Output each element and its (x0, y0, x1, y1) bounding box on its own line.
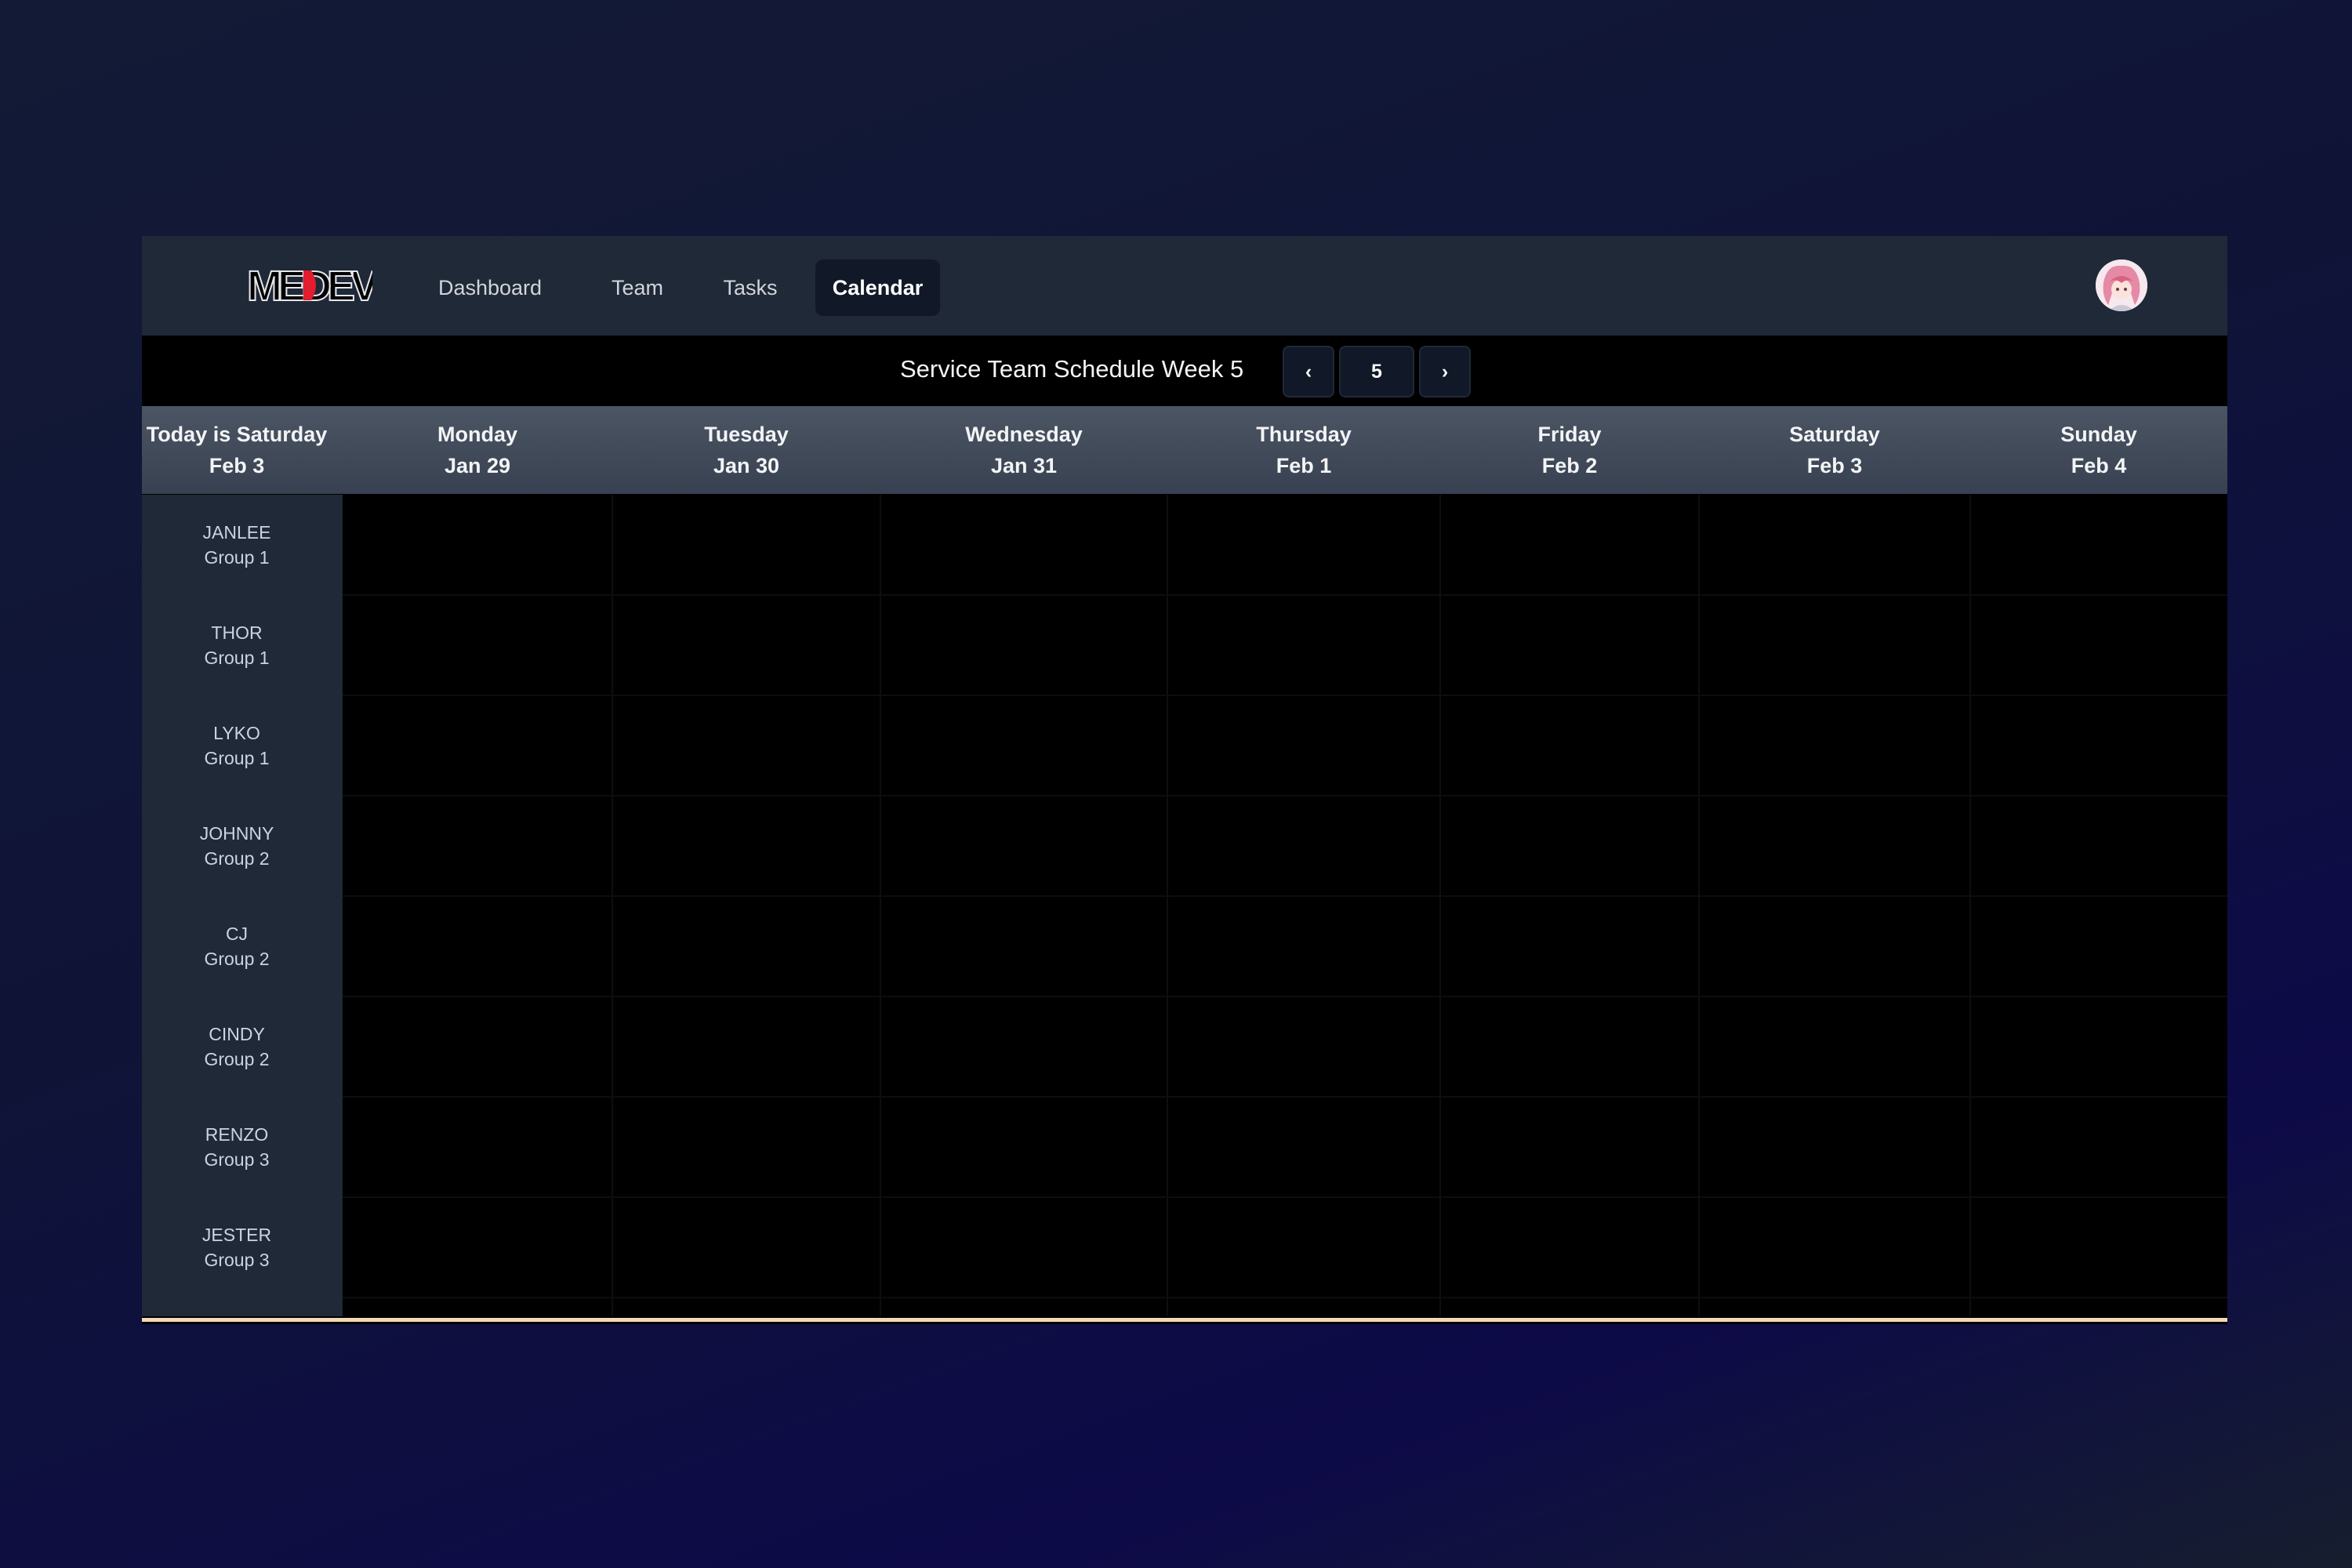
day-date: Feb 3 (1806, 454, 1863, 477)
member-name: THOR (211, 622, 263, 643)
grid-row-divider (343, 996, 2227, 997)
today-indicator: Today is Saturday Feb 3 (142, 406, 332, 494)
day-header-monday: Monday Jan 29 (343, 406, 612, 494)
day-header-thursday: Thursday Feb 1 (1167, 406, 1440, 494)
day-name: Monday (437, 423, 517, 446)
week-number-display[interactable]: 5 (1339, 346, 1414, 397)
day-name: Wednesday (965, 423, 1083, 446)
member-row-cj: CJ Group 2 (142, 896, 332, 996)
member-group: Group 2 (204, 949, 270, 969)
user-avatar-icon[interactable] (2096, 260, 2147, 311)
today-label: Today is Saturday (146, 423, 328, 446)
nav-team[interactable]: Team (592, 260, 683, 316)
member-group: Group 3 (204, 1250, 270, 1270)
member-row-jester: JESTER Group 3 (142, 1197, 332, 1298)
app-window: MEDEV Dashboard Team Tasks Calendar Serv… (142, 236, 2227, 1324)
bottom-accent-line (142, 1318, 2227, 1322)
today-date: Feb 3 (209, 454, 265, 477)
schedule-title: Service Team Schedule Week 5 (900, 355, 1244, 383)
member-row-cindy: CINDY Group 2 (142, 996, 332, 1097)
day-name: Sunday (2060, 423, 2137, 446)
member-row-renzo: RENZO Group 3 (142, 1097, 332, 1197)
day-name: Friday (1537, 423, 1602, 446)
member-group: Group 3 (204, 1149, 270, 1170)
grid-row-divider (343, 1196, 2227, 1198)
member-group: Group 1 (204, 547, 270, 568)
grid-row-divider (343, 594, 2227, 596)
top-navbar: MEDEV Dashboard Team Tasks Calendar (142, 236, 2227, 336)
day-header-row: Today is Saturday Feb 3 Monday Jan 29 Tu… (142, 406, 2227, 494)
member-row-janlee: JANLEE Group 1 (142, 495, 332, 595)
member-group: Group 2 (204, 1049, 270, 1069)
day-date: Jan 30 (713, 454, 780, 477)
day-name: Thursday (1256, 423, 1352, 446)
day-header-tuesday: Tuesday Jan 30 (612, 406, 880, 494)
next-week-button[interactable]: › (1419, 346, 1471, 397)
member-row-thor: THOR Group 1 (142, 595, 332, 695)
day-date: Feb 4 (2071, 454, 2127, 477)
day-date: Jan 29 (444, 454, 511, 477)
grid-column-divider (1698, 495, 1700, 1316)
member-name: LYKO (213, 723, 260, 743)
day-header-wednesday: Wednesday Jan 31 (880, 406, 1167, 494)
medev-logo[interactable]: MEDEV (245, 260, 384, 311)
member-name: JESTER (201, 1225, 272, 1245)
grid-row-divider (343, 795, 2227, 797)
day-date: Feb 2 (1541, 454, 1598, 477)
grid-row-divider (343, 895, 2227, 897)
grid-row-divider (343, 1096, 2227, 1098)
grid-column-divider (1969, 495, 1971, 1316)
member-column: JANLEE Group 1 THOR Group 1 LYKO Group 1… (142, 495, 343, 1316)
grid-row-divider (343, 695, 2227, 696)
day-header-saturday: Saturday Feb 3 (1699, 406, 1970, 494)
grid-column-divider (880, 495, 881, 1316)
member-name: JANLEE (202, 522, 271, 543)
member-name: CJ (225, 924, 249, 944)
member-group: Group 2 (204, 848, 270, 869)
nav-calendar[interactable]: Calendar (815, 260, 940, 316)
grid-column-divider (1167, 495, 1168, 1316)
day-date: Jan 31 (990, 454, 1058, 477)
member-name: RENZO (205, 1124, 269, 1145)
nav-tasks[interactable]: Tasks (703, 260, 797, 316)
grid-column-divider (612, 495, 613, 1316)
day-header-friday: Friday Feb 2 (1440, 406, 1699, 494)
schedule-title-bar: Service Team Schedule Week 5 (142, 336, 2227, 406)
member-name: JOHNNY (199, 823, 274, 844)
member-name: CINDY (209, 1024, 265, 1044)
day-header-sunday: Sunday Feb 4 (1970, 406, 2227, 494)
day-name: Saturday (1789, 423, 1880, 446)
day-name: Tuesday (704, 423, 789, 446)
member-group: Group 1 (204, 648, 270, 668)
member-group: Group 1 (204, 748, 270, 768)
grid-row-divider (343, 1297, 2227, 1298)
member-row-johnny: JOHNNY Group 2 (142, 796, 332, 896)
day-date: Feb 1 (1276, 454, 1332, 477)
grid-column-divider (1439, 495, 1441, 1316)
schedule-grid[interactable] (343, 495, 2227, 1316)
nav-dashboard[interactable]: Dashboard (418, 260, 562, 316)
prev-week-button[interactable]: ‹ (1283, 346, 1334, 397)
member-row-lyko: LYKO Group 1 (142, 695, 332, 796)
